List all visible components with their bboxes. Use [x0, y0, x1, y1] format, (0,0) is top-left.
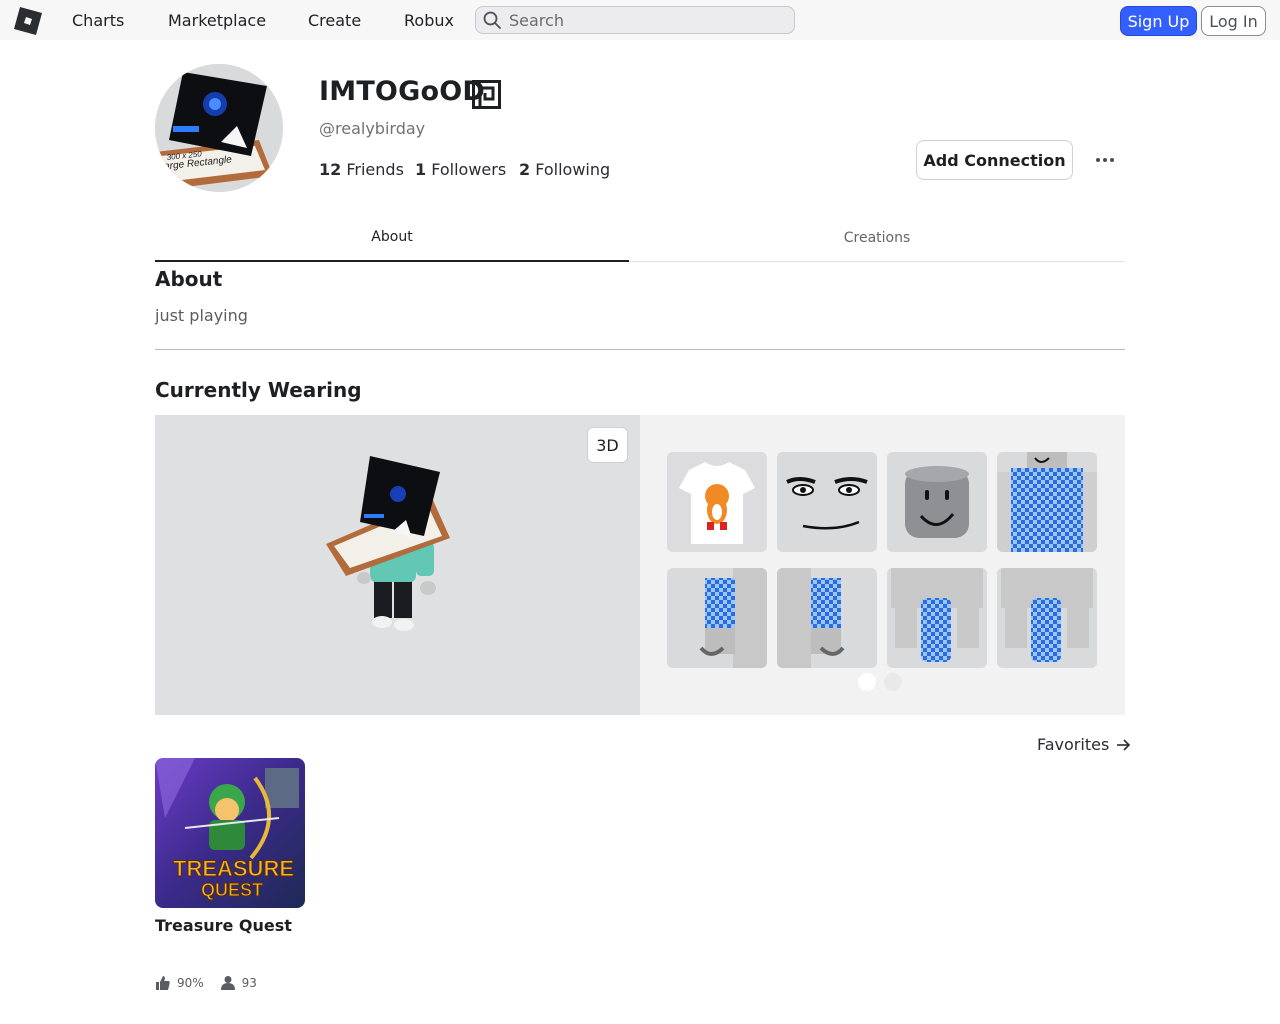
players-icon [220, 976, 235, 990]
followers-label: Followers [431, 160, 507, 179]
game-player-count: 93 [241, 976, 257, 990]
right-arm-icon [777, 568, 877, 668]
wearing-item-tile[interactable] [777, 452, 877, 552]
friends-stat[interactable]: 12 Friends [319, 160, 404, 179]
following-count: 2 [519, 160, 531, 179]
left-arm-icon [667, 568, 767, 668]
left-leg-icon [887, 568, 987, 668]
favorites-label: Favorites [1037, 735, 1110, 754]
arrow-right-icon [1117, 738, 1131, 751]
wearing-item-tile[interactable] [997, 452, 1097, 552]
checkered-torso-icon [997, 452, 1097, 552]
thumb-title-line1: TREASURE [173, 856, 294, 881]
man-face-icon [777, 452, 877, 552]
wearing-item-tile[interactable] [667, 452, 767, 552]
game-stats: 90% 93 [155, 975, 273, 991]
thumb-title-line2: QUEST [201, 880, 263, 900]
gray-head-icon [887, 452, 987, 552]
nav-create-link[interactable]: Create [308, 11, 361, 30]
carousel-dot[interactable] [884, 673, 902, 691]
right-leg-icon [997, 568, 1097, 668]
favorites-link[interactable]: Favorites [1037, 735, 1131, 754]
game-rating: 90% [177, 976, 204, 990]
about-heading: About [155, 267, 223, 291]
roblox-logo-icon[interactable] [14, 7, 42, 35]
profile-tabs: About Creations [155, 214, 1125, 262]
top-nav-bar: Charts Marketplace Create Robux Search S… [0, 0, 1280, 40]
wearing-item-tile[interactable] [997, 568, 1097, 668]
followers-stat[interactable]: 1 Followers [415, 160, 506, 179]
game-title[interactable]: Treasure Quest [155, 916, 292, 935]
log-in-button[interactable]: Log In [1201, 6, 1266, 36]
avatar-headshot-image: 300 x 250 Large Rectangle [155, 64, 283, 192]
currently-wearing-heading: Currently Wearing [155, 378, 362, 402]
followers-count: 1 [415, 160, 427, 179]
wearing-item-tile[interactable] [667, 568, 767, 668]
carousel-pagination [858, 673, 902, 691]
profile-handle: @realybirday [319, 119, 426, 138]
wearing-item-tile[interactable] [887, 452, 987, 552]
nav-charts-link[interactable]: Charts [72, 11, 124, 30]
wearing-item-tile[interactable] [777, 568, 877, 668]
following-label: Following [535, 160, 611, 179]
treasure-quest-thumbnail-image: TREASURE QUEST [155, 758, 305, 908]
profile-display-name: IMTOGoOD [319, 76, 485, 107]
avatar-full-body-image [326, 456, 450, 631]
more-options-icon[interactable] [1094, 150, 1116, 170]
avatar: 300 x 250 Large Rectangle [155, 64, 283, 192]
friends-label: Friends [346, 160, 404, 179]
tshirt-fox-icon [667, 452, 767, 552]
tab-about[interactable]: About [155, 214, 629, 262]
nav-robux-link[interactable]: Robux [404, 11, 454, 30]
search-placeholder: Search [509, 11, 564, 30]
search-input[interactable]: Search [475, 6, 795, 34]
section-divider [155, 349, 1125, 350]
search-icon [483, 11, 501, 29]
verified-badge-icon [472, 80, 501, 109]
about-text: just playing [155, 306, 248, 325]
sign-up-button[interactable]: Sign Up [1120, 6, 1197, 36]
thumbs-up-icon [156, 976, 170, 990]
tab-creations[interactable]: Creations [640, 214, 1114, 262]
following-stat[interactable]: 2 Following [519, 160, 610, 179]
wearing-item-tile[interactable] [887, 568, 987, 668]
nav-marketplace-link[interactable]: Marketplace [168, 11, 266, 30]
friends-count: 12 [319, 160, 342, 179]
view-3d-button[interactable]: 3D [587, 427, 628, 463]
add-connection-button[interactable]: Add Connection [916, 140, 1073, 180]
game-thumbnail[interactable]: TREASURE QUEST [155, 758, 305, 908]
carousel-dot-active[interactable] [858, 673, 876, 691]
